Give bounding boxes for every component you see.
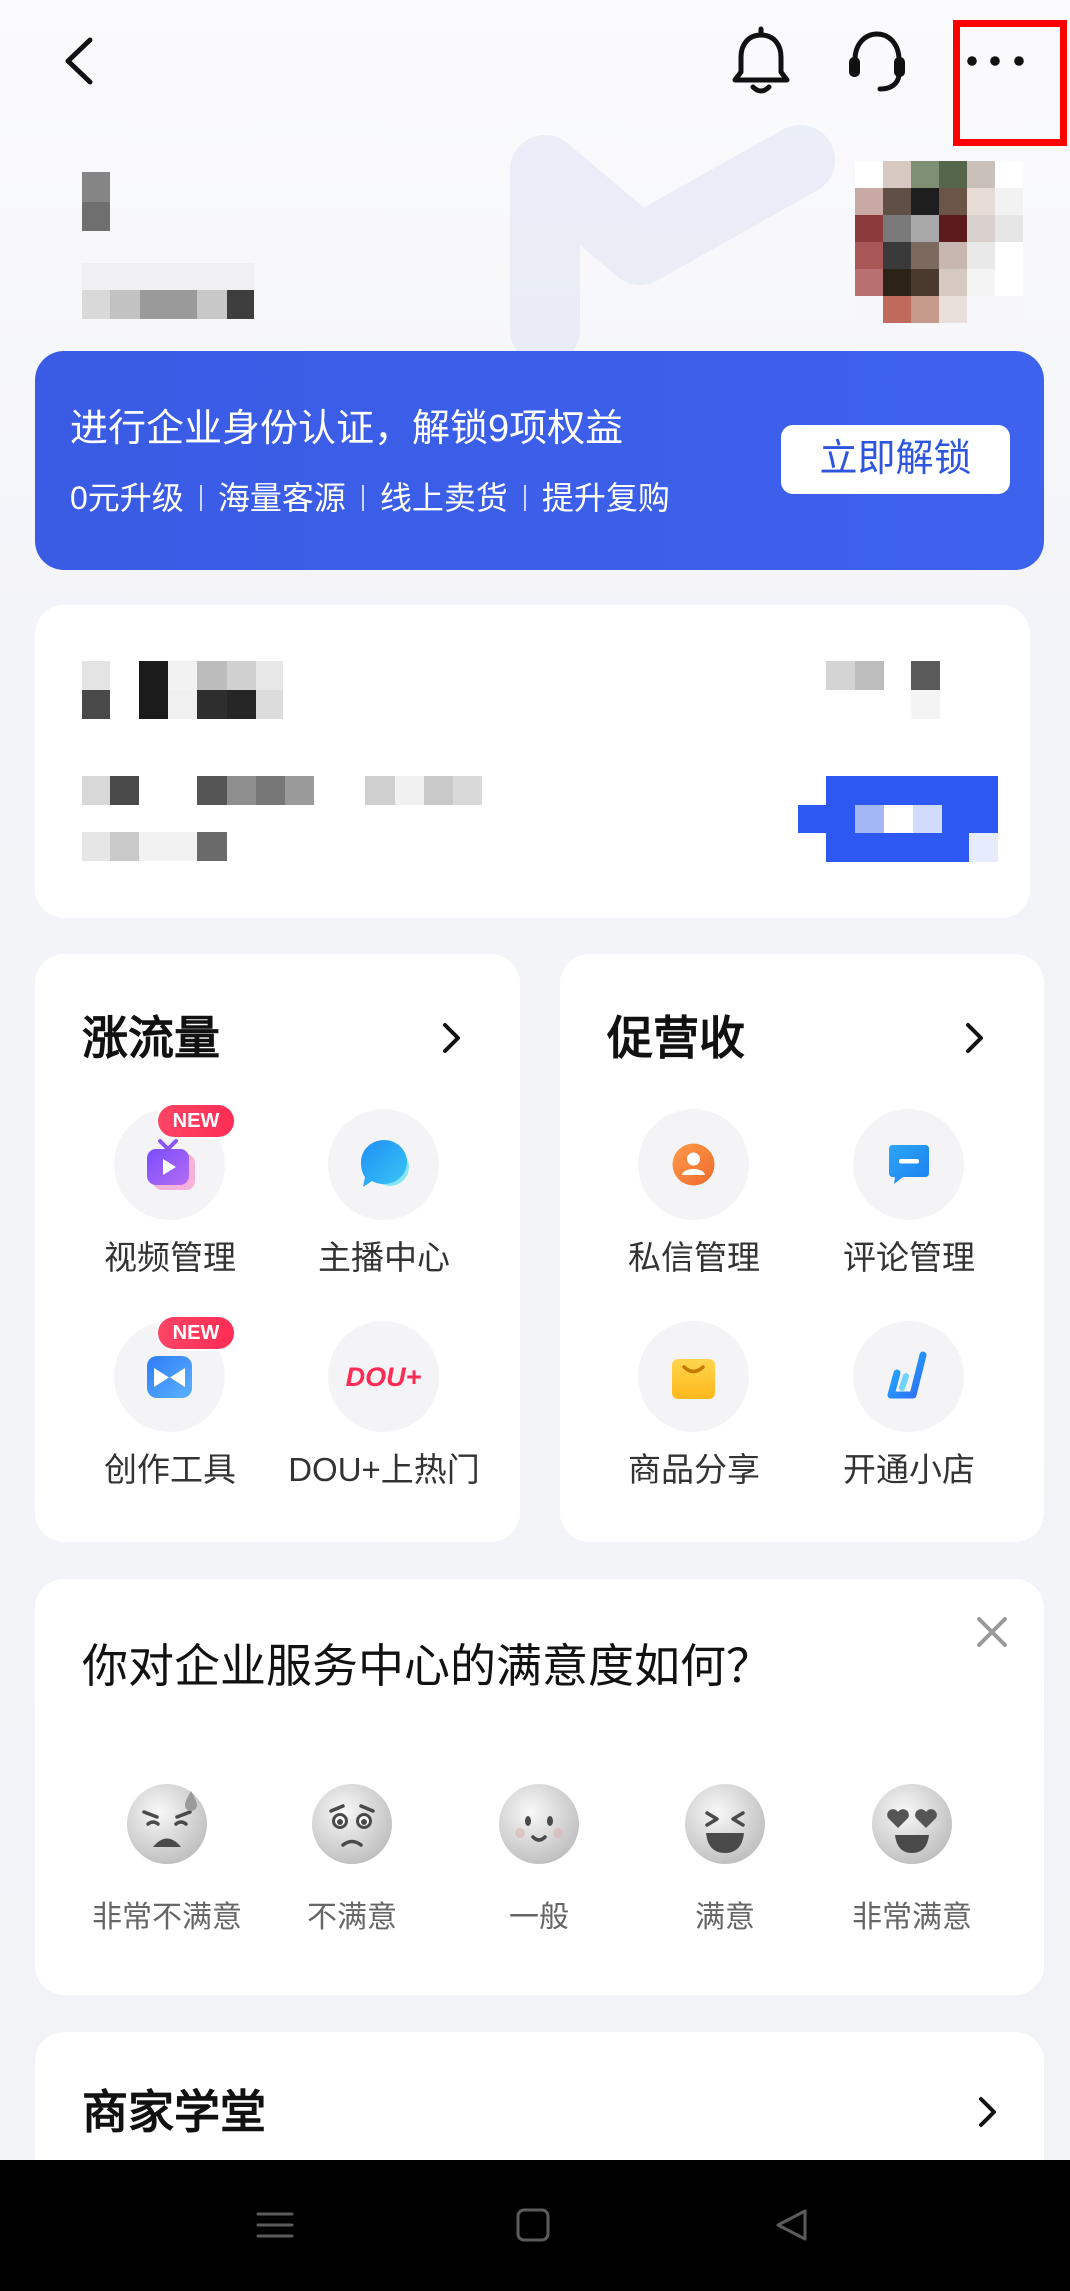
close-icon[interactable] xyxy=(975,1615,1009,1649)
dou-plus-icon: DOU+ xyxy=(328,1321,439,1432)
comment-icon xyxy=(853,1109,964,1220)
dissatisfied-face-icon xyxy=(312,1784,392,1864)
avatar[interactable] xyxy=(855,161,1023,323)
creation-tools-button[interactable]: NEW 创作工具 xyxy=(70,1317,270,1501)
perk-item: 提升复购 xyxy=(541,480,670,516)
chevron-right-icon xyxy=(966,1023,983,1053)
menu-icon[interactable] xyxy=(255,2208,295,2242)
survey-option-satisfied[interactable]: 满意 xyxy=(635,1783,815,1953)
tile-label: 商品分享 xyxy=(628,1451,760,1488)
satisfied-face-icon xyxy=(685,1784,765,1864)
perk-separator xyxy=(199,485,202,511)
chevron-right-icon xyxy=(443,1023,460,1053)
revenue-section-header[interactable]: 促营收 xyxy=(560,984,1044,1094)
perk-item: 线上卖货 xyxy=(379,480,508,516)
very-dissatisfied-face-icon xyxy=(127,1784,207,1864)
banner-perks: 0元升级 海量客源 线上卖货 提升复购 xyxy=(70,480,670,516)
bell-icon[interactable] xyxy=(726,26,796,98)
redacted-account-name xyxy=(82,172,110,202)
option-label: 非常不满意 xyxy=(92,1901,242,1934)
perk-separator xyxy=(523,485,526,511)
unlock-button[interactable]: 立即解锁 xyxy=(781,425,1010,494)
option-label: 一般 xyxy=(509,1901,569,1934)
perk-item: 海量客源 xyxy=(217,480,346,516)
traffic-section-header[interactable]: 涨流量 xyxy=(35,984,520,1094)
option-label: 满意 xyxy=(695,1901,755,1934)
person-icon xyxy=(638,1109,749,1220)
survey-option-dissatisfied[interactable]: 不满意 xyxy=(262,1783,442,1953)
background-watermark-logo xyxy=(510,125,835,365)
revenue-card: 促营收 私信管理 评论管理 商品分享 开通小店 xyxy=(560,954,1044,1542)
tile-label: 主播中心 xyxy=(318,1239,450,1276)
headset-icon[interactable] xyxy=(842,27,912,97)
verification-banner[interactable]: 进行企业身份认证，解锁9项权益 0元升级 海量客源 线上卖货 提升复购 立即解锁 xyxy=(35,351,1044,570)
tile-label: DOU+上热门 xyxy=(288,1451,480,1488)
open-shop-button[interactable]: 开通小店 xyxy=(809,1321,1009,1501)
survey-option-very-satisfied[interactable]: 非常满意 xyxy=(822,1783,1002,1953)
section-title: 商家学堂 xyxy=(82,2086,266,2138)
traffic-card: 涨流量 NEW 视频管理 主播中心 NEW 创作工具 DOU+ DOU+上热门 xyxy=(35,954,520,1542)
new-badge: NEW xyxy=(158,1317,234,1349)
survey-title: 你对企业服务中心的满意度如何？ xyxy=(82,1640,772,1692)
streamer-center-button[interactable]: 主播中心 xyxy=(284,1109,484,1289)
tile-label: 私信管理 xyxy=(628,1239,760,1276)
message-manage-button[interactable]: 私信管理 xyxy=(594,1109,794,1289)
neutral-face-icon xyxy=(499,1784,579,1864)
account-info-card[interactable] xyxy=(35,605,1030,918)
new-badge: NEW xyxy=(158,1105,234,1137)
merchant-academy-card[interactable]: 商家学堂 xyxy=(35,2032,1044,2160)
video-manage-button[interactable]: NEW 视频管理 xyxy=(70,1105,270,1289)
section-title: 促营收 xyxy=(607,1012,745,1064)
dou-plus-logo-text: DOU+ xyxy=(346,1362,422,1392)
survey-option-neutral[interactable]: 一般 xyxy=(449,1783,629,1953)
comment-manage-button[interactable]: 评论管理 xyxy=(809,1109,1009,1289)
chevron-right-icon xyxy=(979,2097,996,2127)
perk-separator xyxy=(361,485,364,511)
tile-label: 创作工具 xyxy=(104,1451,236,1488)
streamer-bubble-icon xyxy=(328,1109,439,1220)
highlight-box xyxy=(953,20,1067,146)
section-title: 涨流量 xyxy=(82,1012,220,1064)
shop-logo-icon xyxy=(853,1321,964,1432)
dou-plus-button[interactable]: DOU+ DOU+上热门 xyxy=(284,1321,484,1501)
back-icon[interactable] xyxy=(60,36,100,86)
system-navigation-bar xyxy=(0,2160,1070,2291)
banner-title: 进行企业身份认证，解锁9项权益 xyxy=(70,408,624,450)
survey-option-very-dissatisfied[interactable]: 非常不满意 xyxy=(77,1783,257,1953)
option-label: 不满意 xyxy=(307,1901,397,1934)
back-triangle-icon[interactable] xyxy=(772,2206,810,2244)
tile-label: 评论管理 xyxy=(843,1239,975,1276)
tile-label: 视频管理 xyxy=(104,1239,236,1276)
home-square-icon[interactable] xyxy=(515,2207,551,2243)
tile-label: 开通小店 xyxy=(843,1451,975,1488)
shopping-bag-icon xyxy=(638,1321,749,1432)
option-label: 非常满意 xyxy=(852,1901,972,1934)
satisfaction-survey-card: 你对企业服务中心的满意度如何？ 非常不满意 不满意 一般 满意 非常满意 xyxy=(35,1579,1044,1995)
very-satisfied-face-icon xyxy=(872,1784,952,1864)
perk-item: 0元升级 xyxy=(70,480,184,516)
product-share-button[interactable]: 商品分享 xyxy=(594,1321,794,1501)
